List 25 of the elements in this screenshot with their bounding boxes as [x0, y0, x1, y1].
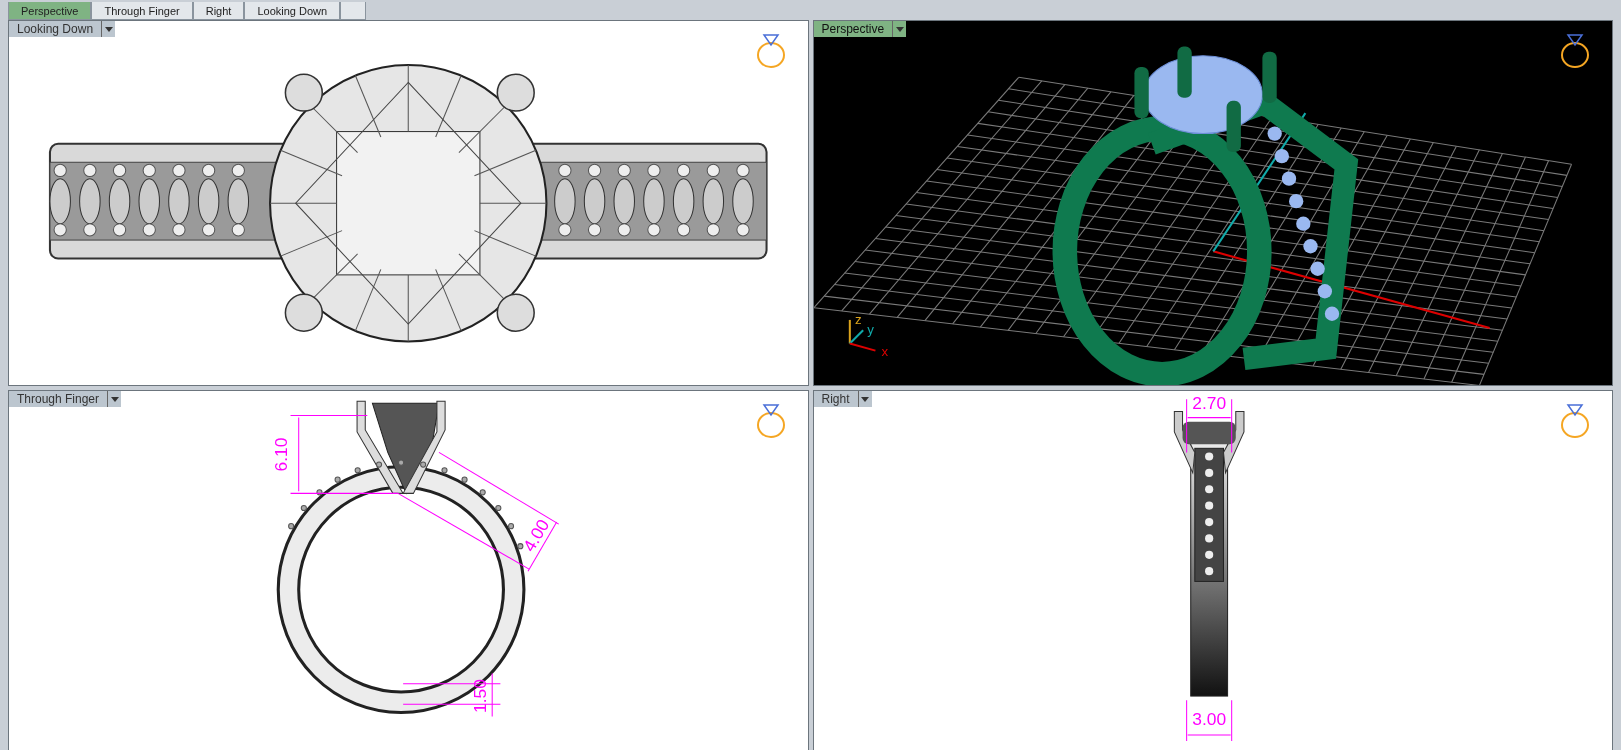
view-tab[interactable]: Through Finger — [91, 2, 193, 20]
dimension-label: 6.10 — [271, 438, 292, 472]
viewport-menu-button[interactable] — [892, 21, 907, 37]
caret-icon — [895, 26, 904, 32]
dimension-line — [1185, 700, 1232, 743]
viewport-title[interactable]: Through Finger — [9, 391, 108, 408]
dimension-label: 1.50 — [470, 679, 491, 714]
view-tab[interactable]: Perspective — [8, 2, 92, 20]
axis-indicator-drawing — [848, 319, 876, 352]
dimension-label: 2.70 — [1191, 393, 1226, 414]
caret-icon — [861, 396, 869, 402]
viewport-title[interactable]: Right — [813, 391, 858, 408]
viewport-menu-button[interactable] — [107, 391, 122, 408]
view-tab[interactable]: Looking Down — [244, 2, 341, 20]
axis-label: x — [881, 343, 888, 359]
dimension-line — [1185, 399, 1232, 454]
viewport-menu-button[interactable] — [101, 21, 116, 37]
axis-label: z — [854, 312, 862, 327]
viewport-title[interactable]: Looking Down — [9, 21, 102, 37]
view-tab[interactable]: Right — [192, 2, 245, 20]
dimension-label: 3.00 — [1191, 709, 1226, 730]
caret-icon — [104, 26, 113, 32]
axis-label: y — [866, 322, 874, 338]
viewport-title[interactable]: Perspective — [813, 21, 893, 37]
caret-icon — [110, 396, 119, 402]
